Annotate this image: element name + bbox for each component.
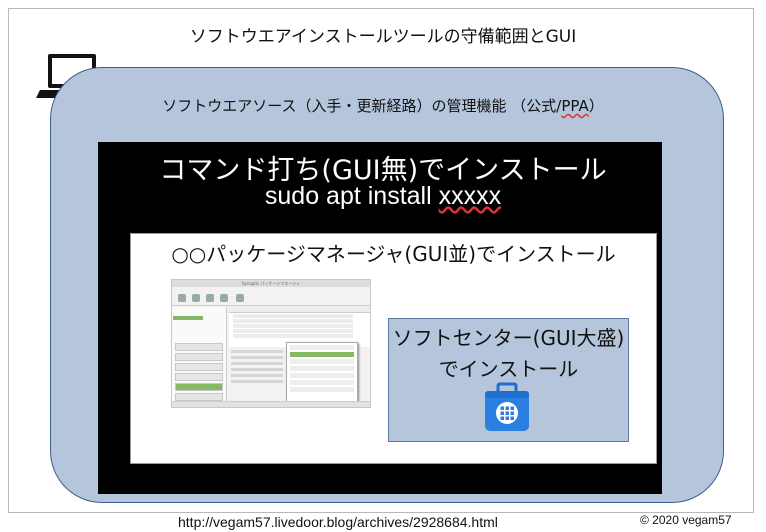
description-line <box>231 380 283 383</box>
software-sources-label: ソフトウエアソース（入手・更新経路）の管理機能 （公式/PPA） <box>162 97 604 115</box>
package-row <box>233 324 353 328</box>
description-line <box>231 368 283 371</box>
context-menu-item <box>290 345 354 350</box>
sidebar-button <box>175 373 223 381</box>
properties-icon <box>220 294 228 302</box>
package-manager-title: ○○パッケージマネージャ(GUI並)でインストール <box>171 242 616 266</box>
reload-icon <box>178 294 186 302</box>
screenshot-description <box>229 347 285 402</box>
package-list-header <box>229 307 370 313</box>
sidebar-button <box>175 383 223 391</box>
sidebar-button <box>175 363 223 371</box>
diagram-title: ソフトウエアインストールツールの守備範囲とGUI <box>189 27 577 47</box>
description-line <box>231 356 283 359</box>
screenshot-toolbar <box>172 292 370 306</box>
description-line <box>231 350 283 353</box>
screenshot-package-list <box>229 307 370 347</box>
search-icon <box>236 294 244 302</box>
description-line <box>231 362 283 365</box>
context-menu-item <box>290 366 354 371</box>
source-url: http://vegam57.livedoor.blog/archives/29… <box>178 514 498 530</box>
sidebar-button <box>175 343 223 351</box>
package-row <box>233 319 353 323</box>
software-center-bag-icon <box>485 382 529 431</box>
screenshot-titlebar: Synaptic パッケージマネージャ <box>172 280 370 287</box>
software-center-title: ソフトセンター(GUI大盛) <box>392 326 625 350</box>
context-menu-item <box>290 352 354 357</box>
mark-icon <box>192 294 200 302</box>
context-menu-item <box>290 359 354 364</box>
package-row <box>233 329 353 333</box>
description-line <box>231 374 283 377</box>
screenshot-statusbar <box>172 401 370 407</box>
sidebar-button <box>175 393 223 401</box>
context-menu-item <box>290 387 354 392</box>
screenshot-sidebar <box>172 307 227 402</box>
package-row <box>233 334 353 338</box>
synaptic-screenshot: Synaptic パッケージマネージャ <box>171 279 371 408</box>
sidebar-button <box>175 353 223 361</box>
software-center-subtitle: でインストール <box>438 357 579 381</box>
context-menu-item <box>290 380 354 385</box>
screenshot-context-menu <box>286 342 358 404</box>
apply-icon <box>206 294 214 302</box>
package-row <box>233 314 353 318</box>
apt-command-text: sudo apt install xxxxx <box>264 182 502 210</box>
copyright-text: © 2020 vegam57 <box>640 513 732 527</box>
context-menu-item <box>290 373 354 378</box>
selected-section <box>173 316 203 320</box>
